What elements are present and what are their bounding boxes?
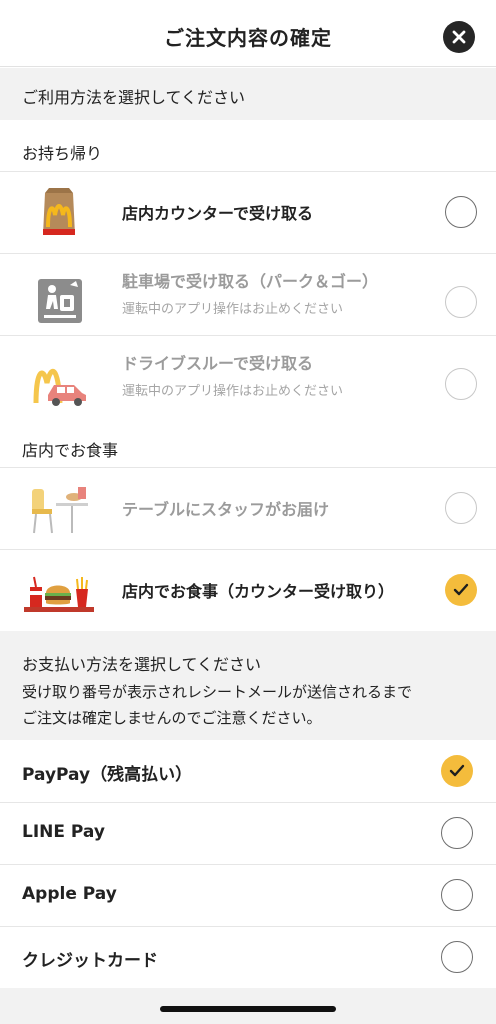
option-label: 店内カウンターで受け取る bbox=[122, 204, 314, 223]
drive-thru-icon bbox=[26, 345, 92, 407]
takeout-section-label: お持ち帰り bbox=[22, 144, 103, 163]
divider bbox=[0, 253, 496, 254]
checkmark-icon bbox=[453, 583, 469, 596]
divider bbox=[0, 864, 496, 865]
option-label: ドライブスルーで受け取る bbox=[122, 354, 314, 373]
payment-option-apple-pay[interactable]: Apple Pay bbox=[0, 864, 496, 926]
page-title: ご注文内容の確定 bbox=[164, 26, 332, 50]
radio-button-checked[interactable] bbox=[441, 755, 473, 787]
radio-button[interactable] bbox=[445, 196, 477, 228]
payment-label: クレジットカード bbox=[22, 951, 158, 971]
payment-prompt-band: お支払い方法を選択してください 受け取り番号が表示されレシートメールが送信される… bbox=[0, 631, 496, 740]
divider bbox=[0, 335, 496, 336]
option-label: 駐車場で受け取る（パーク＆ゴー） bbox=[122, 272, 379, 291]
checkmark-icon bbox=[449, 764, 465, 777]
close-button[interactable] bbox=[443, 21, 475, 53]
payment-notice-line1: 受け取り番号が表示されレシートメールが送信されるまで bbox=[22, 683, 413, 701]
radio-button[interactable] bbox=[441, 817, 473, 849]
payment-label: Apple Pay bbox=[22, 884, 117, 904]
radio-button[interactable] bbox=[445, 286, 477, 318]
payment-prompt: お支払い方法を選択してください bbox=[22, 655, 262, 674]
option-note: 運転中のアプリ操作はお止めください bbox=[122, 302, 344, 317]
payment-option-line-pay[interactable]: LINE Pay bbox=[0, 802, 496, 864]
option-park-and-go[interactable]: 駐車場で受け取る（パーク＆ゴー） 運転中のアプリ操作はお止めください bbox=[0, 253, 496, 335]
radio-button[interactable] bbox=[441, 941, 473, 973]
header: ご注文内容の確定 bbox=[0, 0, 496, 67]
option-drive-thru[interactable]: ドライブスルーで受け取る 運転中のアプリ操作はお止めください bbox=[0, 335, 496, 417]
option-table-delivery[interactable]: テーブルにスタッフがお届け bbox=[0, 467, 496, 549]
payment-label: PayPay（残高払い） bbox=[22, 765, 193, 785]
divider bbox=[0, 549, 496, 550]
payment-option-credit-card[interactable]: クレジットカード bbox=[0, 926, 496, 988]
divider bbox=[0, 171, 496, 172]
divider bbox=[0, 802, 496, 803]
eat-in-section-label: 店内でお食事 bbox=[22, 441, 119, 460]
divider bbox=[0, 926, 496, 927]
usage-prompt-band: ご利用方法を選択してください bbox=[0, 68, 496, 120]
radio-button[interactable] bbox=[445, 492, 477, 524]
option-label: 店内でお食事（カウンター受け取り） bbox=[122, 582, 395, 601]
burger-meal-tray-icon bbox=[22, 559, 96, 621]
usage-prompt: ご利用方法を選択してください bbox=[22, 88, 246, 107]
radio-button-checked[interactable] bbox=[445, 574, 477, 606]
radio-button[interactable] bbox=[445, 368, 477, 400]
home-indicator[interactable] bbox=[160, 1006, 336, 1012]
option-note: 運転中のアプリ操作はお止めください bbox=[122, 384, 344, 399]
payment-notice-line2: ご注文は確定しませんのでご注意ください。 bbox=[22, 709, 322, 727]
payment-label: LINE Pay bbox=[22, 822, 105, 842]
payment-option-paypay[interactable]: PayPay（残高払い） bbox=[0, 740, 496, 802]
mcdonalds-bag-icon bbox=[26, 181, 92, 243]
radio-button[interactable] bbox=[441, 879, 473, 911]
table-delivery-icon bbox=[26, 479, 92, 541]
close-icon bbox=[452, 30, 466, 44]
option-label: テーブルにスタッフがお届け bbox=[122, 500, 330, 519]
option-counter-pickup[interactable]: 店内カウンターで受け取る bbox=[0, 171, 496, 253]
park-and-go-icon bbox=[26, 265, 92, 327]
option-eat-in-counter[interactable]: 店内でお食事（カウンター受け取り） bbox=[0, 549, 496, 631]
divider bbox=[0, 467, 496, 468]
